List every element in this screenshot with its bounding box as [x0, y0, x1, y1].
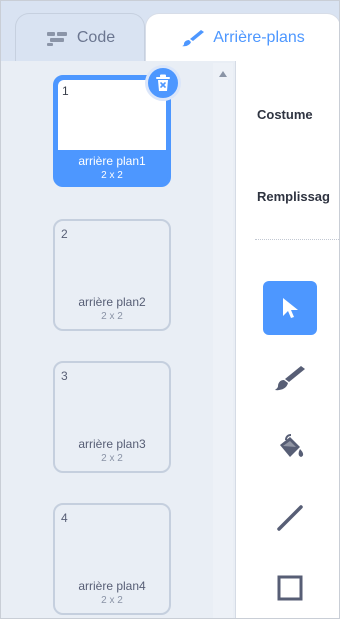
tab-backdrops-label: Arrière-plans: [213, 28, 305, 46]
line-icon: [277, 505, 303, 531]
brush-tool-button[interactable]: [263, 351, 317, 405]
fill-label: Remplissag: [257, 189, 330, 204]
backdrop-number: 2: [61, 227, 68, 241]
paint-editor: Costume Remplissag: [237, 61, 339, 618]
backdrop-item-4[interactable]: 4 arrière plan4 2 x 2: [53, 503, 171, 615]
backdrop-name: arrière plan3: [78, 437, 146, 451]
backdrop-number: 3: [61, 369, 68, 383]
divider: [255, 239, 339, 240]
fill-tool-button[interactable]: [263, 421, 317, 475]
trash-icon: [156, 74, 170, 91]
app-frame: Code Arrière-plans 1 arrière plan1 2 x 2…: [0, 0, 340, 619]
paintbrush-icon: [182, 29, 205, 46]
rectangle-icon: [277, 575, 303, 601]
select-arrow-icon: [283, 298, 298, 318]
tab-bar: Code Arrière-plans: [1, 1, 339, 61]
backdrop-number: 1: [62, 84, 69, 98]
backdrop-size: 2 x 2: [101, 170, 123, 181]
select-tool-button[interactable]: [263, 281, 317, 335]
backdrop-name: arrière plan4: [78, 579, 146, 593]
tab-backdrops[interactable]: Arrière-plans: [145, 13, 339, 61]
line-tool-button[interactable]: [263, 491, 317, 545]
tab-code[interactable]: Code: [15, 13, 145, 61]
delete-backdrop-button[interactable]: [145, 65, 181, 101]
backdrop-size: 2 x 2: [101, 595, 123, 606]
fill-bucket-icon: [280, 434, 304, 457]
backdrop-size: 2 x 2: [101, 311, 123, 322]
backdrop-name: arrière plan2: [78, 295, 146, 309]
backdrop-number: 4: [61, 511, 68, 525]
scroll-up-arrow-icon[interactable]: [219, 71, 227, 77]
backdrop-item-3[interactable]: 3 arrière plan3 2 x 2: [53, 361, 171, 473]
brush-icon: [275, 366, 305, 391]
backdrop-item-2[interactable]: 2 arrière plan2 2 x 2: [53, 219, 171, 331]
costume-label: Costume: [257, 107, 313, 122]
backdrop-name: arrière plan1: [78, 154, 146, 168]
backdrop-size: 2 x 2: [101, 453, 123, 464]
tab-code-label: Code: [76, 28, 116, 46]
rectangle-tool-button[interactable]: [263, 561, 317, 615]
scrollbar[interactable]: [213, 63, 233, 618]
code-icon: [46, 31, 67, 46]
